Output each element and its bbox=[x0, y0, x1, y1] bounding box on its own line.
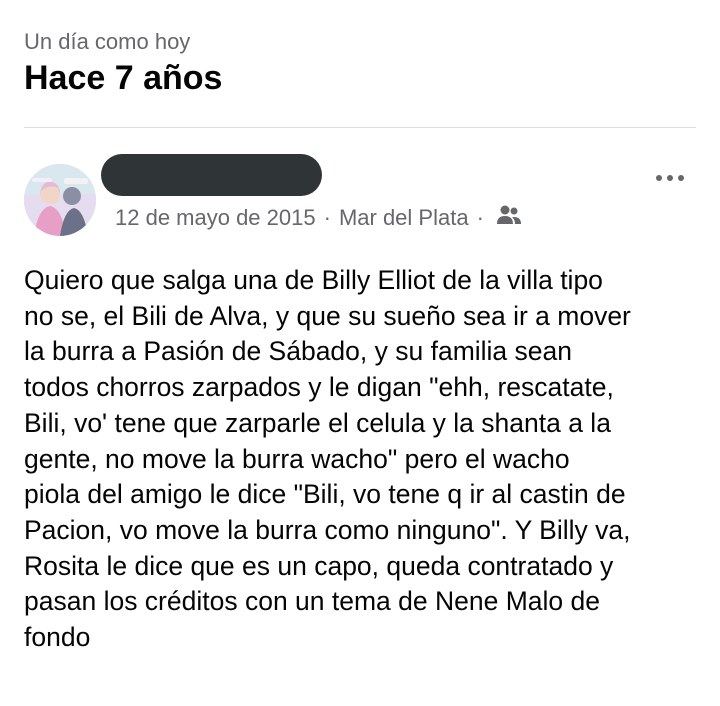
post-meta: 12 de mayo de 2015 · Mar del Plata · bbox=[115, 203, 522, 233]
avatar[interactable] bbox=[24, 164, 96, 236]
memory-title: Hace 7 años bbox=[24, 59, 223, 97]
post-text: Quiero que salga una de Billy Elliot de … bbox=[24, 265, 631, 653]
ellipsis-icon[interactable] bbox=[650, 166, 690, 190]
divider bbox=[24, 127, 696, 128]
author-name-redacted[interactable] bbox=[101, 154, 322, 196]
profile-photo bbox=[24, 164, 96, 236]
friends-icon[interactable] bbox=[496, 204, 522, 234]
meta-separator: · bbox=[476, 205, 484, 230]
memory-subtitle: Un día como hoy bbox=[24, 29, 191, 54]
meta-separator: · bbox=[323, 205, 331, 230]
post-location[interactable]: Mar del Plata bbox=[339, 203, 469, 233]
memory-header: Un día como hoy Hace 7 años bbox=[24, 28, 222, 98]
post-date[interactable]: 12 de mayo de 2015 bbox=[115, 203, 316, 233]
